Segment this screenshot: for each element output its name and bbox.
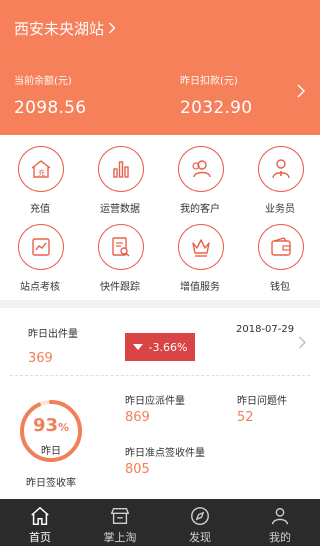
balance-value: 2098.56 [14,98,87,118]
chevron-right-icon [108,20,116,38]
menu-item-label: 快件跟踪 [100,282,140,293]
dispatch-label: 昨日应派件量 [125,396,185,407]
deduction-value: 2032.90 [180,98,253,118]
change-badge: -3.66% [125,333,195,361]
problem-label: 昨日问题件 [237,396,287,407]
svg-text:充: 充 [38,168,45,177]
menu-item-operation-data[interactable]: 运营数据 [80,142,160,218]
sign-rate-value: 93 [32,415,59,436]
deduction-label: 昨日扣款(元) [180,76,238,87]
tab-label: 掌上淘 [103,531,137,544]
stats-date: 2018-07-29 [236,324,295,335]
menu-item-my-customers[interactable]: 我的客户 [160,142,240,218]
dashed-divider [10,375,310,376]
menu-item-label: 运营数据 [100,204,140,215]
menu-item-recharge[interactable]: 充 充值 [0,142,80,218]
tab-label: 发现 [189,531,211,544]
section-divider [0,300,320,308]
menu-item-label: 站点考核 [20,282,60,293]
yesterday-out-value: 369 [28,351,53,366]
down-triangle-icon [132,344,143,350]
change-badge-value: -3.66% [148,340,188,354]
menu-item-value-added-service[interactable]: 增值服务 [160,220,240,296]
balance-label: 当前余额(元) [14,76,72,87]
header-banner: 西安未央湖站 当前余额(元) 2098.56 昨日扣款(元) 2032.90 [0,0,320,135]
chevron-right-icon[interactable] [298,336,307,349]
profile-icon [271,507,289,525]
tracking-icon [98,224,144,270]
function-grid: 充 充值 运营数据 我的客户 业务员 站点考核 快件跟踪 增值服务 钱包 [0,142,320,300]
sign-rate-percent: 93% [18,415,84,436]
ontime-value: 805 [125,462,150,477]
crown-icon [178,224,224,270]
ontime-label: 昨日准点签收件量 [125,448,205,459]
sign-rate-label: 昨日签收率 [26,478,76,489]
header-chevron-right-icon[interactable] [296,84,306,98]
menu-item-label: 我的客户 [180,204,220,215]
salesman-icon [258,146,304,192]
dispatch-value: 869 [125,410,150,425]
menu-item-label: 业务员 [265,204,295,215]
shop-icon [110,507,130,525]
tab-home[interactable]: 首页 [0,499,80,546]
problem-value: 52 [237,410,254,425]
sign-rate-unit: % [58,421,70,434]
menu-item-site-assessment[interactable]: 站点考核 [0,220,80,296]
wallet-icon [258,224,304,270]
bottom-tab-bar: 首页 掌上淘 发现 我的 [0,499,320,546]
menu-item-salesman[interactable]: 业务员 [240,142,320,218]
assessment-icon [18,224,64,270]
tab-profile[interactable]: 我的 [240,499,320,546]
home-icon [31,506,49,525]
bar-chart-icon [98,146,144,192]
yesterday-out-label: 昨日出件量 [28,329,78,340]
station-selector[interactable]: 西安未央湖站 [14,18,116,39]
tab-discover[interactable]: 发现 [160,499,240,546]
house-recharge-icon: 充 [18,146,64,192]
menu-item-label: 增值服务 [180,282,220,293]
tab-shop[interactable]: 掌上淘 [80,499,160,546]
menu-item-label: 钱包 [270,282,290,293]
menu-item-wallet[interactable]: 钱包 [240,220,320,296]
menu-item-label: 充值 [30,204,50,215]
station-name: 西安未央湖站 [14,20,105,38]
sign-rate-sub: 昨日 [41,446,61,457]
menu-item-express-tracking[interactable]: 快件跟踪 [80,220,160,296]
compass-icon [191,507,209,525]
customers-icon [178,146,224,192]
tab-label: 首页 [29,531,51,544]
tab-label: 我的 [269,531,291,544]
